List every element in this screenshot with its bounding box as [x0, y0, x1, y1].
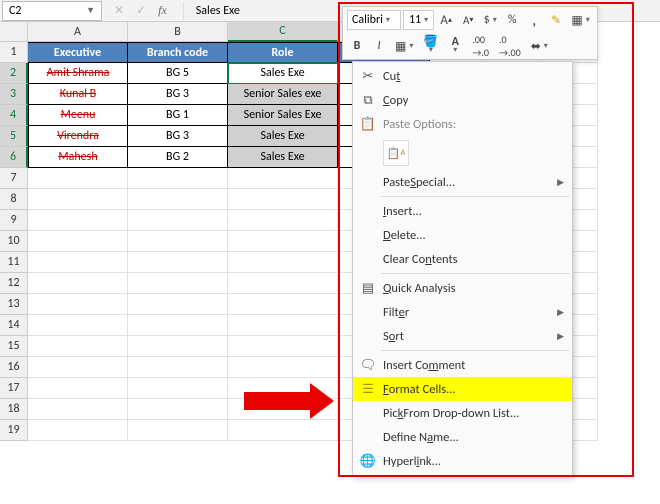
row-header[interactable]: 16: [0, 357, 28, 378]
row-header[interactable]: 6: [0, 147, 28, 168]
format-cells-icon: ☰: [359, 382, 377, 397]
cell-executive[interactable]: Kunal B: [28, 84, 128, 105]
menu-hyperlink[interactable]: 🌐Hyperlink...: [353, 449, 572, 473]
cut-icon: ✂: [359, 69, 377, 84]
row-header[interactable]: 11: [0, 252, 28, 273]
comma-format-icon[interactable]: ,: [524, 10, 544, 30]
row-header[interactable]: 10: [0, 231, 28, 252]
row-header[interactable]: 7: [0, 168, 28, 189]
font-size-selector[interactable]: 11▾: [403, 10, 434, 30]
col-header[interactable]: B: [128, 22, 228, 42]
select-all-corner[interactable]: [0, 22, 28, 42]
increase-font-icon[interactable]: A▴: [436, 10, 456, 30]
table-header[interactable]: Executive: [28, 42, 128, 63]
table-header[interactable]: Role: [228, 42, 338, 63]
row-header[interactable]: 3: [0, 84, 28, 105]
callout-arrow: [244, 383, 334, 419]
row-header[interactable]: 1: [0, 42, 28, 63]
cell-branch[interactable]: BG 1: [128, 105, 228, 126]
menu-define-name[interactable]: Define Name...: [353, 425, 572, 449]
border-icon[interactable]: ▦▾: [391, 36, 417, 56]
decrease-decimal-icon[interactable]: .0→.00: [495, 36, 525, 56]
bold-button[interactable]: B: [347, 36, 367, 56]
cell-branch[interactable]: BG 3: [128, 84, 228, 105]
increase-decimal-icon[interactable]: .00→.0: [468, 36, 493, 56]
row-header[interactable]: 19: [0, 420, 28, 441]
cell-role[interactable]: Sales Exe: [228, 126, 338, 147]
accounting-format-icon[interactable]: $▾: [480, 10, 500, 30]
menu-paste-options: 📋Paste Options:: [353, 112, 572, 136]
row-header[interactable]: 18: [0, 399, 28, 420]
menu-format-cells[interactable]: ☰Format Cells...: [353, 377, 572, 401]
row-header[interactable]: 9: [0, 210, 28, 231]
row-header[interactable]: 15: [0, 336, 28, 357]
row-header[interactable]: 13: [0, 294, 28, 315]
menu-pick-from-list[interactable]: Pick From Drop-down List...: [353, 401, 572, 425]
cell-role[interactable]: Senior Sales exe: [228, 84, 338, 105]
menu-delete[interactable]: Delete...: [353, 223, 572, 247]
row-header[interactable]: 14: [0, 315, 28, 336]
font-color-icon[interactable]: A▾: [444, 36, 466, 56]
conditional-format-icon[interactable]: ▦▾: [568, 10, 593, 30]
menu-cut[interactable]: ✂Cut: [353, 64, 572, 88]
row-header[interactable]: 8: [0, 189, 28, 210]
name-box-dropdown-icon[interactable]: ▼: [86, 5, 95, 16]
menu-filter[interactable]: Filter: [353, 300, 572, 324]
row-header[interactable]: 17: [0, 378, 28, 399]
menu-sort[interactable]: Sort: [353, 324, 572, 348]
menu-insert-comment[interactable]: 🗨Insert Comment: [353, 353, 572, 377]
context-menu: ✂Cut ⧉Copy 📋Paste Options: 📋A Paste Spec…: [352, 61, 573, 476]
cell-reference: C2: [9, 4, 21, 18]
row-header[interactable]: 5: [0, 126, 28, 147]
menu-insert[interactable]: Insert...: [353, 199, 572, 223]
row-header[interactable]: 12: [0, 273, 28, 294]
menu-quick-analysis[interactable]: ▤Quick Analysis: [353, 276, 572, 300]
cell-executive[interactable]: Virendra: [28, 126, 128, 147]
fx-icon[interactable]: fx: [158, 3, 167, 18]
cell-branch[interactable]: BG 5: [128, 63, 228, 84]
comment-icon: 🗨: [359, 358, 377, 373]
format-painter-icon[interactable]: ✎: [546, 10, 566, 30]
row-header[interactable]: 2: [0, 63, 28, 84]
menu-copy[interactable]: ⧉Copy: [353, 88, 572, 112]
cancel-icon: ✕: [114, 3, 124, 18]
decrease-font-icon[interactable]: A▾: [458, 10, 478, 30]
fill-color-icon[interactable]: 🪣▾: [419, 36, 442, 56]
cell-branch[interactable]: BG 2: [128, 147, 228, 168]
cell-executive[interactable]: Amit Shrama: [28, 63, 128, 84]
cell-executive[interactable]: Meenu: [28, 105, 128, 126]
col-header[interactable]: C: [228, 22, 338, 42]
cell-role[interactable]: Senior Sales Exe: [228, 105, 338, 126]
merge-center-icon[interactable]: ⬌▾: [527, 36, 552, 56]
cell-executive[interactable]: Mahesh: [28, 147, 128, 168]
copy-icon: ⧉: [359, 93, 377, 108]
row-header[interactable]: 4: [0, 105, 28, 126]
percent-format-icon[interactable]: %: [502, 10, 522, 30]
col-header[interactable]: A: [28, 22, 128, 42]
formula-value[interactable]: Sales Exe: [188, 4, 240, 18]
cell-role[interactable]: Sales Exe: [228, 63, 338, 84]
cell-branch[interactable]: BG 3: [128, 126, 228, 147]
accept-icon: ✓: [136, 3, 146, 18]
name-box[interactable]: C2 ▼: [2, 1, 102, 21]
paste-option-chip[interactable]: 📋A: [383, 140, 409, 166]
hyperlink-icon: 🌐: [359, 454, 377, 469]
cell-role[interactable]: Sales Exe: [228, 147, 338, 168]
menu-clear-contents[interactable]: Clear Contents: [353, 247, 572, 271]
italic-button[interactable]: I: [369, 36, 389, 56]
mini-toolbar: Calibri▾ 11▾ A▴ A▾ $▾ % , ✎ ▦▾ B I ▦▾ 🪣▾…: [342, 6, 598, 60]
font-selector[interactable]: Calibri▾: [347, 10, 401, 30]
table-header[interactable]: Branch code: [128, 42, 228, 63]
paste-icon: 📋: [359, 117, 377, 132]
quick-analysis-icon: ▤: [359, 281, 377, 296]
menu-paste-special[interactable]: Paste Special...: [353, 170, 572, 194]
